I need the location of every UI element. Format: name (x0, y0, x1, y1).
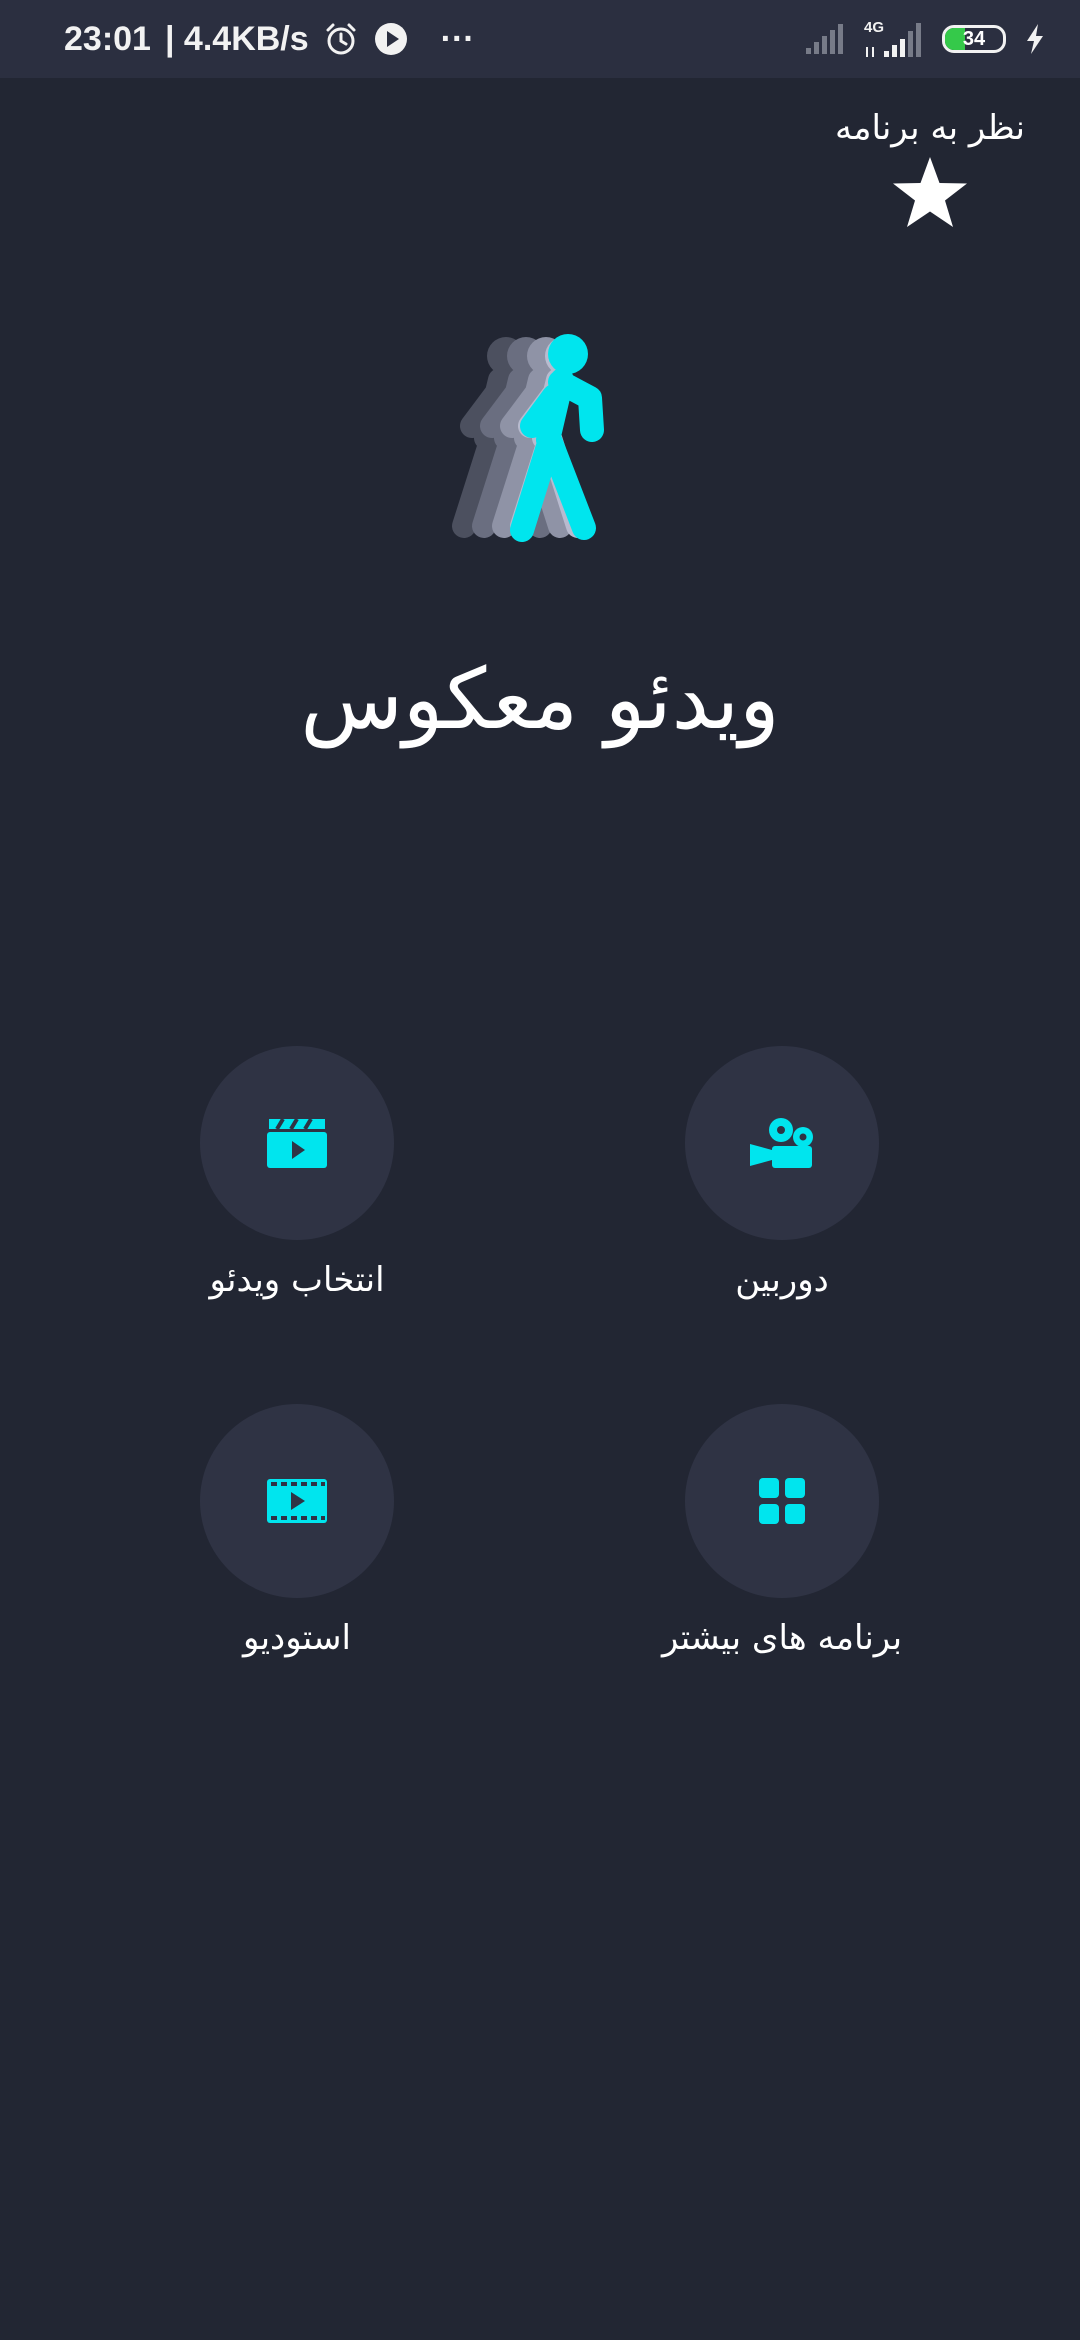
clapperboard-icon (267, 1117, 327, 1168)
signal-bars-icon (866, 23, 921, 57)
app-title: ویدئو معکوس (300, 650, 780, 748)
battery-level: 34 (962, 28, 986, 50)
status-left: 23:01 | 4.4KB/s ··· (64, 0, 475, 78)
signal-icon (806, 24, 843, 54)
rate-app-label: نظر به برنامه (835, 108, 1025, 148)
media-play-icon (374, 23, 407, 55)
rate-app-button[interactable]: نظر به برنامه (820, 108, 1040, 234)
alarm-icon (326, 23, 356, 55)
status-network-speed: | 4.4KB/s (164, 19, 309, 58)
status-more: ··· (440, 19, 475, 58)
status-time: 23:01 (64, 19, 151, 58)
walking-person-icon (452, 334, 604, 542)
battery-icon: 34 (942, 25, 1006, 53)
camera-label: دوربین (735, 1260, 829, 1300)
more-apps-button[interactable]: برنامه های بیشتر (582, 1404, 982, 1658)
apps-grid-icon (759, 1478, 805, 1524)
signal-4g-icon: 4G (864, 19, 924, 59)
star-icon (893, 157, 967, 227)
studio-circle (200, 1404, 394, 1598)
charging-icon (1027, 24, 1043, 54)
select-video-button[interactable]: انتخاب ویدئو (97, 1046, 497, 1300)
studio-button[interactable]: استودیو (97, 1404, 497, 1658)
select-video-circle (200, 1046, 394, 1240)
more-apps-circle (685, 1404, 879, 1598)
film-strip-icon (267, 1479, 327, 1523)
status-bar: 23:01 | 4.4KB/s ··· 4G 34 (0, 0, 1080, 78)
video-camera-icon (750, 1118, 813, 1168)
status-right: 4G 34 (804, 0, 1046, 78)
more-apps-label: برنامه های بیشتر (661, 1618, 903, 1658)
camera-circle (685, 1046, 879, 1240)
camera-button[interactable]: دوربین (582, 1046, 982, 1300)
select-video-label: انتخاب ویدئو (209, 1260, 385, 1300)
studio-label: استودیو (243, 1618, 351, 1658)
